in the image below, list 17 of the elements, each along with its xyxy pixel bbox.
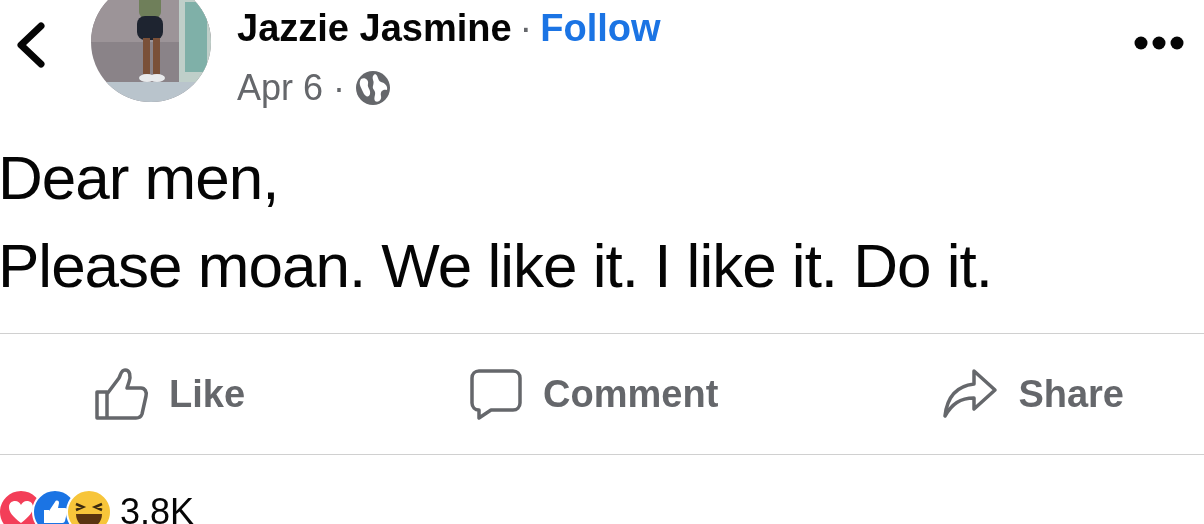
laughing-reaction-icon	[66, 489, 112, 524]
speech-bubble-icon	[469, 367, 524, 421]
more-icon[interactable]	[1134, 36, 1184, 50]
share-button[interactable]: Share	[942, 368, 1124, 420]
globe-icon	[355, 70, 392, 106]
follow-link[interactable]: Follow	[540, 7, 661, 49]
post-date[interactable]: Apr 6	[237, 66, 324, 110]
post-text-line: Please moan. We like it. I like it. Do it.	[0, 230, 993, 302]
author-name[interactable]: Jazzie Jasmine	[237, 7, 512, 49]
share-arrow-icon	[942, 368, 999, 420]
post-text-line: Dear men,	[0, 142, 279, 214]
thumbs-up-icon	[93, 366, 149, 422]
separator-dot: ·	[333, 66, 346, 110]
separator-dot: ·	[519, 7, 533, 49]
reaction-count[interactable]: 3.8K	[120, 492, 195, 524]
like-button[interactable]: Like	[93, 366, 246, 422]
comment-button[interactable]: Comment	[469, 367, 719, 421]
